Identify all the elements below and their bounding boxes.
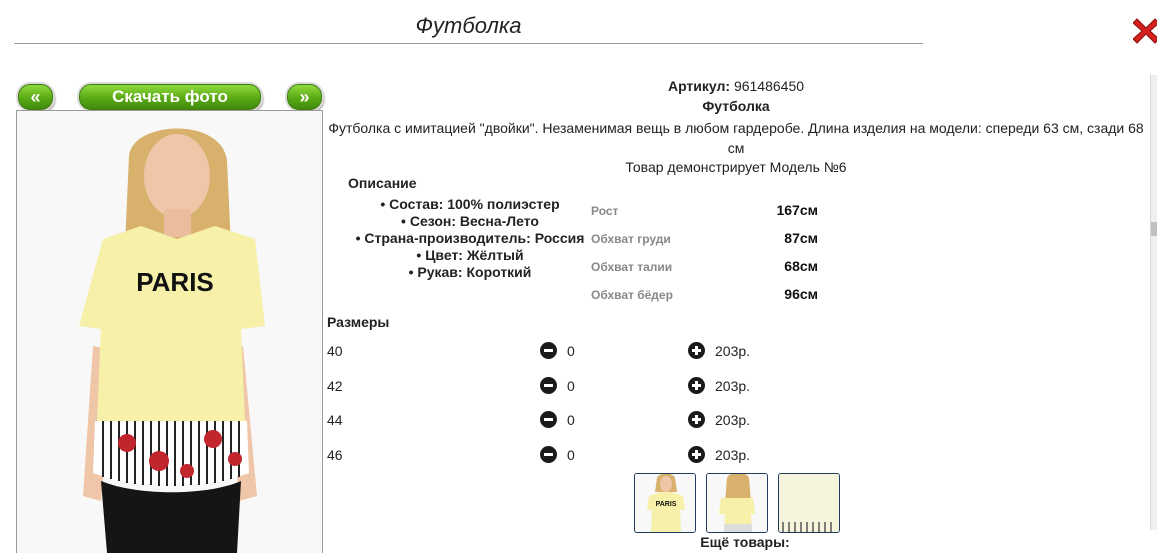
size-label: 40 (327, 343, 343, 359)
property-item: Рукав: Короткий (340, 264, 600, 281)
price-value: 203р. (715, 447, 751, 463)
product-photo: PARIS (16, 110, 323, 553)
article-value: 961486450 (733, 78, 805, 94)
minus-icon[interactable] (540, 446, 557, 463)
thumbnail-back[interactable] (706, 473, 768, 533)
size-label: 44 (327, 412, 343, 428)
product-name: Футболка (702, 98, 770, 114)
measurement-value: 87см (784, 230, 818, 246)
more-products-label: Ещё товары: (700, 534, 790, 550)
measurement-label: Обхват талии (591, 260, 673, 274)
property-item: Страна-производитель: Россия (340, 230, 600, 247)
property-item: Состав: 100% полиэстер (340, 196, 600, 213)
measurement-label: Рост (591, 204, 619, 218)
properties-list: Состав: 100% полиэстер Сезон: Весна-Лето… (340, 196, 600, 281)
size-row: 44 0 203р. (327, 410, 927, 430)
minus-icon[interactable] (540, 411, 557, 428)
size-row: 42 0 203р. (327, 376, 927, 396)
plus-icon[interactable] (688, 411, 705, 428)
size-row: 46 0 203р. (327, 445, 927, 465)
plus-icon[interactable] (688, 377, 705, 394)
measurement-value: 167см (776, 202, 818, 218)
thumbnail-detail[interactable] (778, 473, 840, 533)
quantity-value: 0 (567, 343, 575, 359)
scrollbar[interactable] (1150, 75, 1157, 530)
property-item: Сезон: Весна-Лето (340, 213, 600, 230)
page-title: Футболка (14, 12, 923, 44)
quantity-value: 0 (567, 447, 575, 463)
thumbnail-print: PARIS (656, 501, 677, 508)
property-item: Цвет: Жёлтый (340, 247, 600, 264)
description-title: Описание (348, 175, 417, 191)
download-photo-button[interactable]: Скачать фото (79, 84, 261, 110)
measurement-label: Обхват бёдер (591, 288, 673, 302)
plus-icon[interactable] (688, 446, 705, 463)
next-photo-button[interactable]: » (287, 84, 322, 110)
size-label: 46 (327, 447, 343, 463)
measurement-value: 68см (784, 258, 818, 274)
price-value: 203р. (715, 343, 751, 359)
measurement-value: 96см (784, 286, 818, 302)
size-label: 42 (327, 378, 343, 394)
product-description: Футболка с имитацией "двойки". Незаменим… (328, 120, 1144, 156)
measurement-label: Обхват груди (591, 232, 671, 246)
thumbnail-front[interactable]: PARIS (634, 473, 696, 533)
quantity-value: 0 (567, 412, 575, 428)
article-label: Артикул: (667, 78, 731, 94)
plus-icon[interactable] (688, 342, 705, 359)
sizes-title: Размеры (327, 314, 390, 330)
scrollbar-thumb[interactable] (1151, 222, 1157, 236)
prev-photo-button[interactable]: « (18, 84, 53, 110)
minus-icon[interactable] (540, 377, 557, 394)
model-note: Товар демонстрирует Модель №6 (625, 159, 847, 175)
price-value: 203р. (715, 412, 751, 428)
price-value: 203р. (715, 378, 751, 394)
close-icon[interactable] (1133, 16, 1157, 46)
article-line: Артикул: 961486450 (327, 78, 1145, 94)
quantity-value: 0 (567, 378, 575, 394)
minus-icon[interactable] (540, 342, 557, 359)
size-row: 40 0 203р. (327, 341, 927, 361)
paris-print: PARIS (136, 267, 214, 297)
